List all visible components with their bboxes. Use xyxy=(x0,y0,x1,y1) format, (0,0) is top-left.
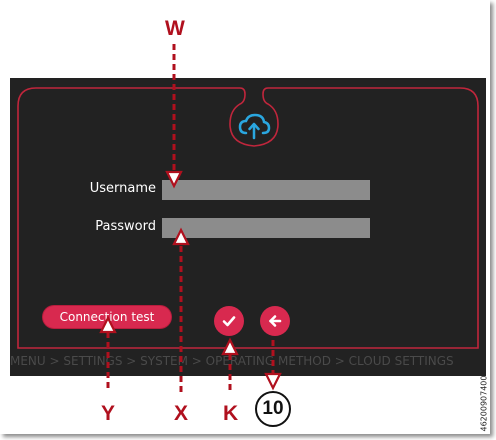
username-label: Username xyxy=(89,181,156,196)
arrow-left-icon xyxy=(269,315,282,327)
callout-label-10: 10 xyxy=(255,391,291,427)
cloud-upload-icon xyxy=(236,108,272,144)
confirm-button[interactable] xyxy=(214,306,244,336)
username-input[interactable] xyxy=(162,180,370,200)
callout-label-y: Y xyxy=(101,402,116,425)
document-number-text: 46200907400 xyxy=(479,375,489,431)
connection-test-button[interactable]: Connection test xyxy=(43,306,171,328)
callout-label-x: X xyxy=(174,402,189,425)
password-input[interactable] xyxy=(162,218,370,238)
document-number: 46200907400 xyxy=(477,372,491,434)
password-label: Password xyxy=(95,219,156,234)
checkmark-icon xyxy=(222,316,236,327)
back-button[interactable] xyxy=(260,306,290,336)
device-screen: Username Password Connection test MENU >… xyxy=(10,78,486,376)
callout-label-k: K xyxy=(223,402,239,425)
callout-label-w: W xyxy=(165,17,185,40)
breadcrumb: MENU > SETTINGS > SYSTEM > OPERATING MET… xyxy=(10,354,454,368)
